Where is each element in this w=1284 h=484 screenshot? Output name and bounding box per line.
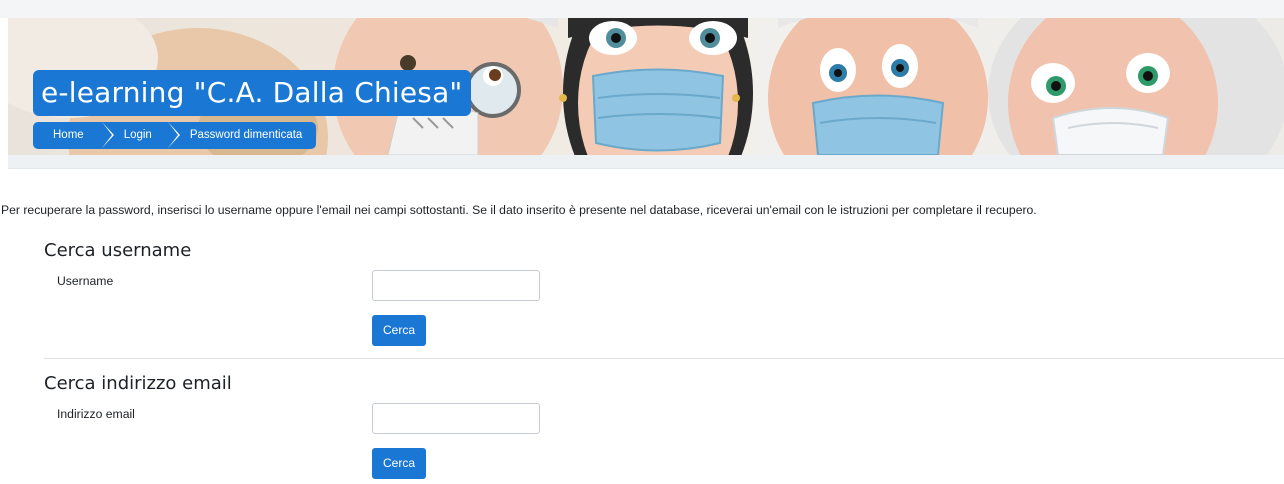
breadcrumb-home[interactable]: Home xyxy=(33,122,114,149)
breadcrumb-password-dimenticata[interactable]: Password dimenticata xyxy=(167,122,317,149)
breadcrumb: Home Login Password dimenticata xyxy=(33,122,317,149)
top-strip xyxy=(0,0,1284,18)
search-username-button[interactable]: Cerca xyxy=(372,315,426,346)
section-divider xyxy=(44,358,1284,359)
email-section-title: Cerca indirizzo email xyxy=(44,373,232,394)
username-input[interactable] xyxy=(372,270,540,301)
breadcrumb-label: Password dimenticata xyxy=(189,129,303,141)
banner-bottom-bar xyxy=(8,155,1284,169)
username-label: Username xyxy=(57,274,114,288)
breadcrumb-label: Home xyxy=(53,129,84,141)
breadcrumb-arrow xyxy=(101,122,112,148)
search-email-button[interactable]: Cerca xyxy=(372,448,426,479)
header-banner-image: e-learning "C.A. Dalla Chiesa" Home Logi… xyxy=(8,18,1284,155)
email-input[interactable] xyxy=(372,403,540,434)
site-title: e-learning "C.A. Dalla Chiesa" xyxy=(33,70,471,116)
email-label: Indirizzo email xyxy=(57,407,135,421)
instructions-text: Per recuperare la password, inserisci lo… xyxy=(1,203,1037,217)
breadcrumb-arrow xyxy=(167,122,178,148)
breadcrumb-label: Login xyxy=(123,129,152,141)
username-section-title: Cerca username xyxy=(44,240,192,261)
